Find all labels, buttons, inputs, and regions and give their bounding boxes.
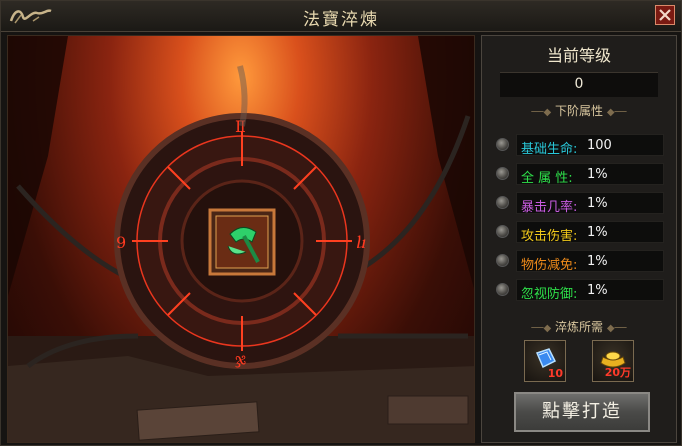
radio-icon[interactable] — [496, 138, 509, 151]
next-attr-header: ──◆ 下阶属性 ◆── — [482, 102, 676, 119]
attr-label: 忽视防御: — [521, 287, 578, 302]
radio-icon[interactable] — [496, 254, 509, 267]
radio-icon[interactable] — [496, 167, 509, 180]
attr-field: 忽视防御: 1% — [516, 279, 664, 302]
divider-left: ──◆ — [531, 323, 552, 334]
svg-text:ⴑ: ⴑ — [356, 233, 366, 252]
scene-art: Ⅱ ჯ 9 ⴑ — [8, 36, 474, 442]
radio-icon[interactable] — [496, 225, 509, 238]
attr-row-all-stats: 全 属 性: 1% — [496, 163, 664, 186]
refine-window: 法寶淬煉 Ⅱ ჯ 9 ⴑ 当前等级 0 ──◆ 下阶属性 ◆── 基础生命: 1… — [0, 0, 682, 446]
window-title: 法寶淬煉 — [303, 10, 379, 30]
attr-value: 1% — [587, 196, 608, 211]
requirement-gold[interactable]: 20万 — [592, 340, 634, 382]
level-header: 当前等级 — [546, 46, 611, 65]
svg-text:ჯ: ჯ — [235, 349, 246, 368]
divider-right: ◆── — [606, 107, 627, 118]
divider-right: ◆── — [606, 323, 627, 334]
requirement-count: 10 — [547, 367, 563, 380]
next-attr-label: 下阶属性 — [554, 104, 603, 118]
attr-field: 基础生命: 100 — [516, 134, 664, 157]
attr-value: 100 — [587, 138, 612, 153]
radio-icon[interactable] — [496, 283, 509, 296]
level-box: 0 — [500, 72, 658, 97]
item-frame — [208, 208, 276, 276]
attr-value: 1% — [587, 167, 608, 182]
attr-label: 暴击几率: — [521, 200, 578, 215]
craft-button[interactable]: 點擊打造 — [514, 392, 650, 432]
attr-field: 暴击几率: 1% — [516, 192, 664, 215]
attr-field: 全 属 性: 1% — [516, 163, 664, 186]
attr-label: 全 属 性: — [521, 171, 573, 186]
attr-row-ignore-def: 忽视防御: 1% — [496, 279, 664, 302]
attr-value: 1% — [587, 254, 608, 269]
attr-row-attack: 攻击伤害: 1% — [496, 221, 664, 244]
attr-label: 物伤减免: — [521, 258, 578, 273]
attr-row-hp: 基础生命: 100 — [496, 134, 664, 157]
requirements-label: 淬炼所需 — [554, 320, 603, 334]
attr-label: 基础生命: — [521, 142, 578, 157]
close-button[interactable] — [655, 5, 675, 25]
level-value: 0 — [574, 76, 584, 92]
attr-row-phys-reduce: 物伤减免: 1% — [496, 250, 664, 273]
refine-panel: 当前等级 0 ──◆ 下阶属性 ◆── 基础生命: 100 全 属 性: 1% — [481, 35, 677, 443]
svg-text:9: 9 — [116, 233, 126, 252]
attr-row-crit: 暴击几率: 1% — [496, 192, 664, 215]
attr-field: 物伤减免: 1% — [516, 250, 664, 273]
attr-label: 攻击伤害: — [521, 229, 578, 244]
forge-scene: Ⅱ ჯ 9 ⴑ — [7, 35, 475, 443]
requirement-crystal[interactable]: 10 — [524, 340, 566, 382]
close-icon — [659, 9, 671, 21]
radio-icon[interactable] — [496, 196, 509, 209]
requirements-header: ──◆ 淬炼所需 ◆── — [482, 318, 676, 335]
divider-left: ──◆ — [531, 107, 552, 118]
attr-value: 1% — [587, 283, 608, 298]
requirement-count: 20万 — [604, 366, 631, 379]
attr-value: 1% — [587, 225, 608, 240]
attr-field: 攻击伤害: 1% — [516, 221, 664, 244]
title-bar: 法寶淬煉 — [1, 1, 681, 32]
